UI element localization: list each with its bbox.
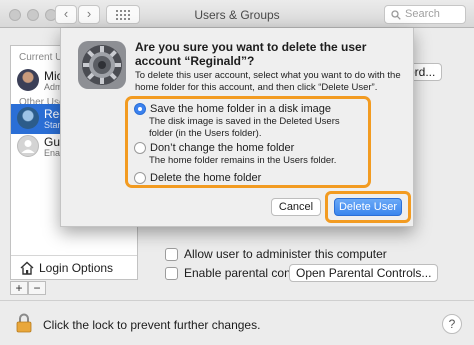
allow-admin-label: Allow user to administer this computer — [184, 247, 387, 261]
option-delete-home[interactable]: Delete the home folder — [134, 171, 261, 185]
login-options-item[interactable]: Login Options — [11, 255, 137, 279]
add-user-button[interactable]: + — [10, 281, 28, 295]
delete-button-highlight: Delete User — [325, 191, 411, 223]
option-description: The home folder remains in the Users fol… — [149, 155, 337, 166]
search-placeholder: Search — [405, 8, 440, 20]
radio-save-disk-image[interactable] — [134, 103, 146, 115]
system-preferences-gear-icon — [78, 41, 126, 89]
option-label: Delete the home folder — [150, 172, 262, 184]
parental-controls-checkbox[interactable] — [165, 266, 178, 280]
option-label: Save the home folder in a disk image — [150, 103, 331, 115]
option-dont-change[interactable]: Don’t change the home folder — [134, 141, 294, 155]
dialog-message: To delete this user account, select what… — [135, 70, 401, 93]
radio-delete-home[interactable] — [134, 172, 146, 184]
allow-admin-checkbox[interactable] — [165, 247, 178, 261]
lock-message: Click the lock to prevent further change… — [43, 318, 261, 332]
help-button[interactable]: ? — [442, 314, 462, 334]
house-icon — [20, 261, 34, 275]
person-icon — [21, 140, 35, 153]
avatar — [17, 69, 39, 91]
option-description: The disk image is saved in the Deleted U… — [149, 116, 340, 139]
allow-admin-row[interactable]: Allow user to administer this computer — [165, 246, 387, 262]
title-bar: ‹ › Users & Groups Search — [0, 0, 474, 28]
dialog-title: Are you sure you want to delete the user… — [135, 40, 367, 68]
lock-icon[interactable] — [16, 313, 32, 333]
option-save-disk-image[interactable]: Save the home folder in a disk image — [134, 102, 331, 116]
radio-dont-change[interactable] — [134, 142, 146, 154]
add-remove-controls: + − — [10, 281, 46, 295]
avatar — [17, 107, 39, 129]
search-icon — [391, 10, 401, 20]
option-label: Don’t change the home folder — [150, 142, 295, 154]
login-options-label: Login Options — [39, 261, 114, 275]
open-parental-controls-button[interactable]: Open Parental Controls... — [289, 264, 439, 282]
home-folder-options: Save the home folder in a disk image The… — [125, 96, 371, 188]
bottom-bar: Click the lock to prevent further change… — [0, 300, 474, 345]
search-input[interactable]: Search — [384, 5, 466, 24]
delete-user-button[interactable]: Delete User — [334, 198, 402, 216]
delete-user-dialog: Are you sure you want to delete the user… — [60, 28, 414, 227]
remove-user-button[interactable]: − — [28, 281, 46, 295]
guest-avatar-icon — [17, 135, 39, 157]
cancel-button[interactable]: Cancel — [271, 198, 321, 216]
